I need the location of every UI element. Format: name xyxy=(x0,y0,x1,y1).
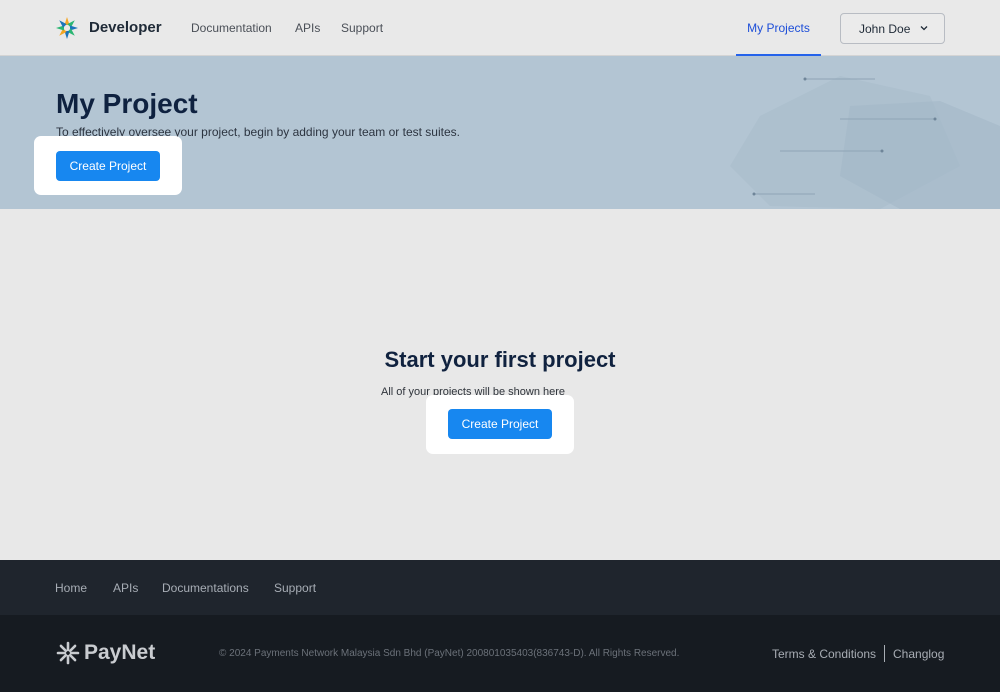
footer-bottom: PayNet © 2024 Payments Network Malaysia … xyxy=(0,615,1000,692)
footer-nav: Home APIs Documentations Support xyxy=(0,560,1000,615)
create-project-button[interactable]: Create Project xyxy=(448,409,552,439)
user-menu-button[interactable]: John Doe xyxy=(840,13,945,44)
user-name: John Doe xyxy=(859,22,911,36)
page-title: My Project xyxy=(56,88,198,119)
hero-banner: My Project To effectively oversee your p… xyxy=(0,56,1000,209)
changelog-link[interactable]: Changlog xyxy=(893,647,944,661)
paynet-brand: PayNet xyxy=(84,641,156,664)
nav-support[interactable]: Support xyxy=(341,21,383,35)
developer-logo-icon[interactable] xyxy=(55,16,79,40)
nav-documentation[interactable]: Documentation xyxy=(191,21,272,35)
nav-apis[interactable]: APIs xyxy=(295,21,320,35)
footer-nav-home[interactable]: Home xyxy=(55,581,87,595)
hero-decoration xyxy=(730,76,1000,209)
terms-link[interactable]: Terms & Conditions xyxy=(772,647,876,661)
tab-my-projects[interactable]: My Projects xyxy=(736,0,821,56)
footer-nav-apis[interactable]: APIs xyxy=(113,581,138,595)
footer-divider xyxy=(884,645,885,662)
footer-nav-support[interactable]: Support xyxy=(274,581,316,595)
copyright-text: © 2024 Payments Network Malaysia Sdn Bhd… xyxy=(219,648,680,659)
paynet-logo-icon xyxy=(56,641,80,665)
chevron-down-icon xyxy=(920,26,928,31)
empty-state-title: Start your first project xyxy=(384,347,616,372)
top-header: Developer Documentation APIs Support My … xyxy=(0,0,1000,56)
footer-nav-documentations[interactable]: Documentations xyxy=(162,581,249,595)
brand-name[interactable]: Developer xyxy=(89,19,162,36)
create-project-button-hero[interactable]: Create Project xyxy=(56,151,160,181)
